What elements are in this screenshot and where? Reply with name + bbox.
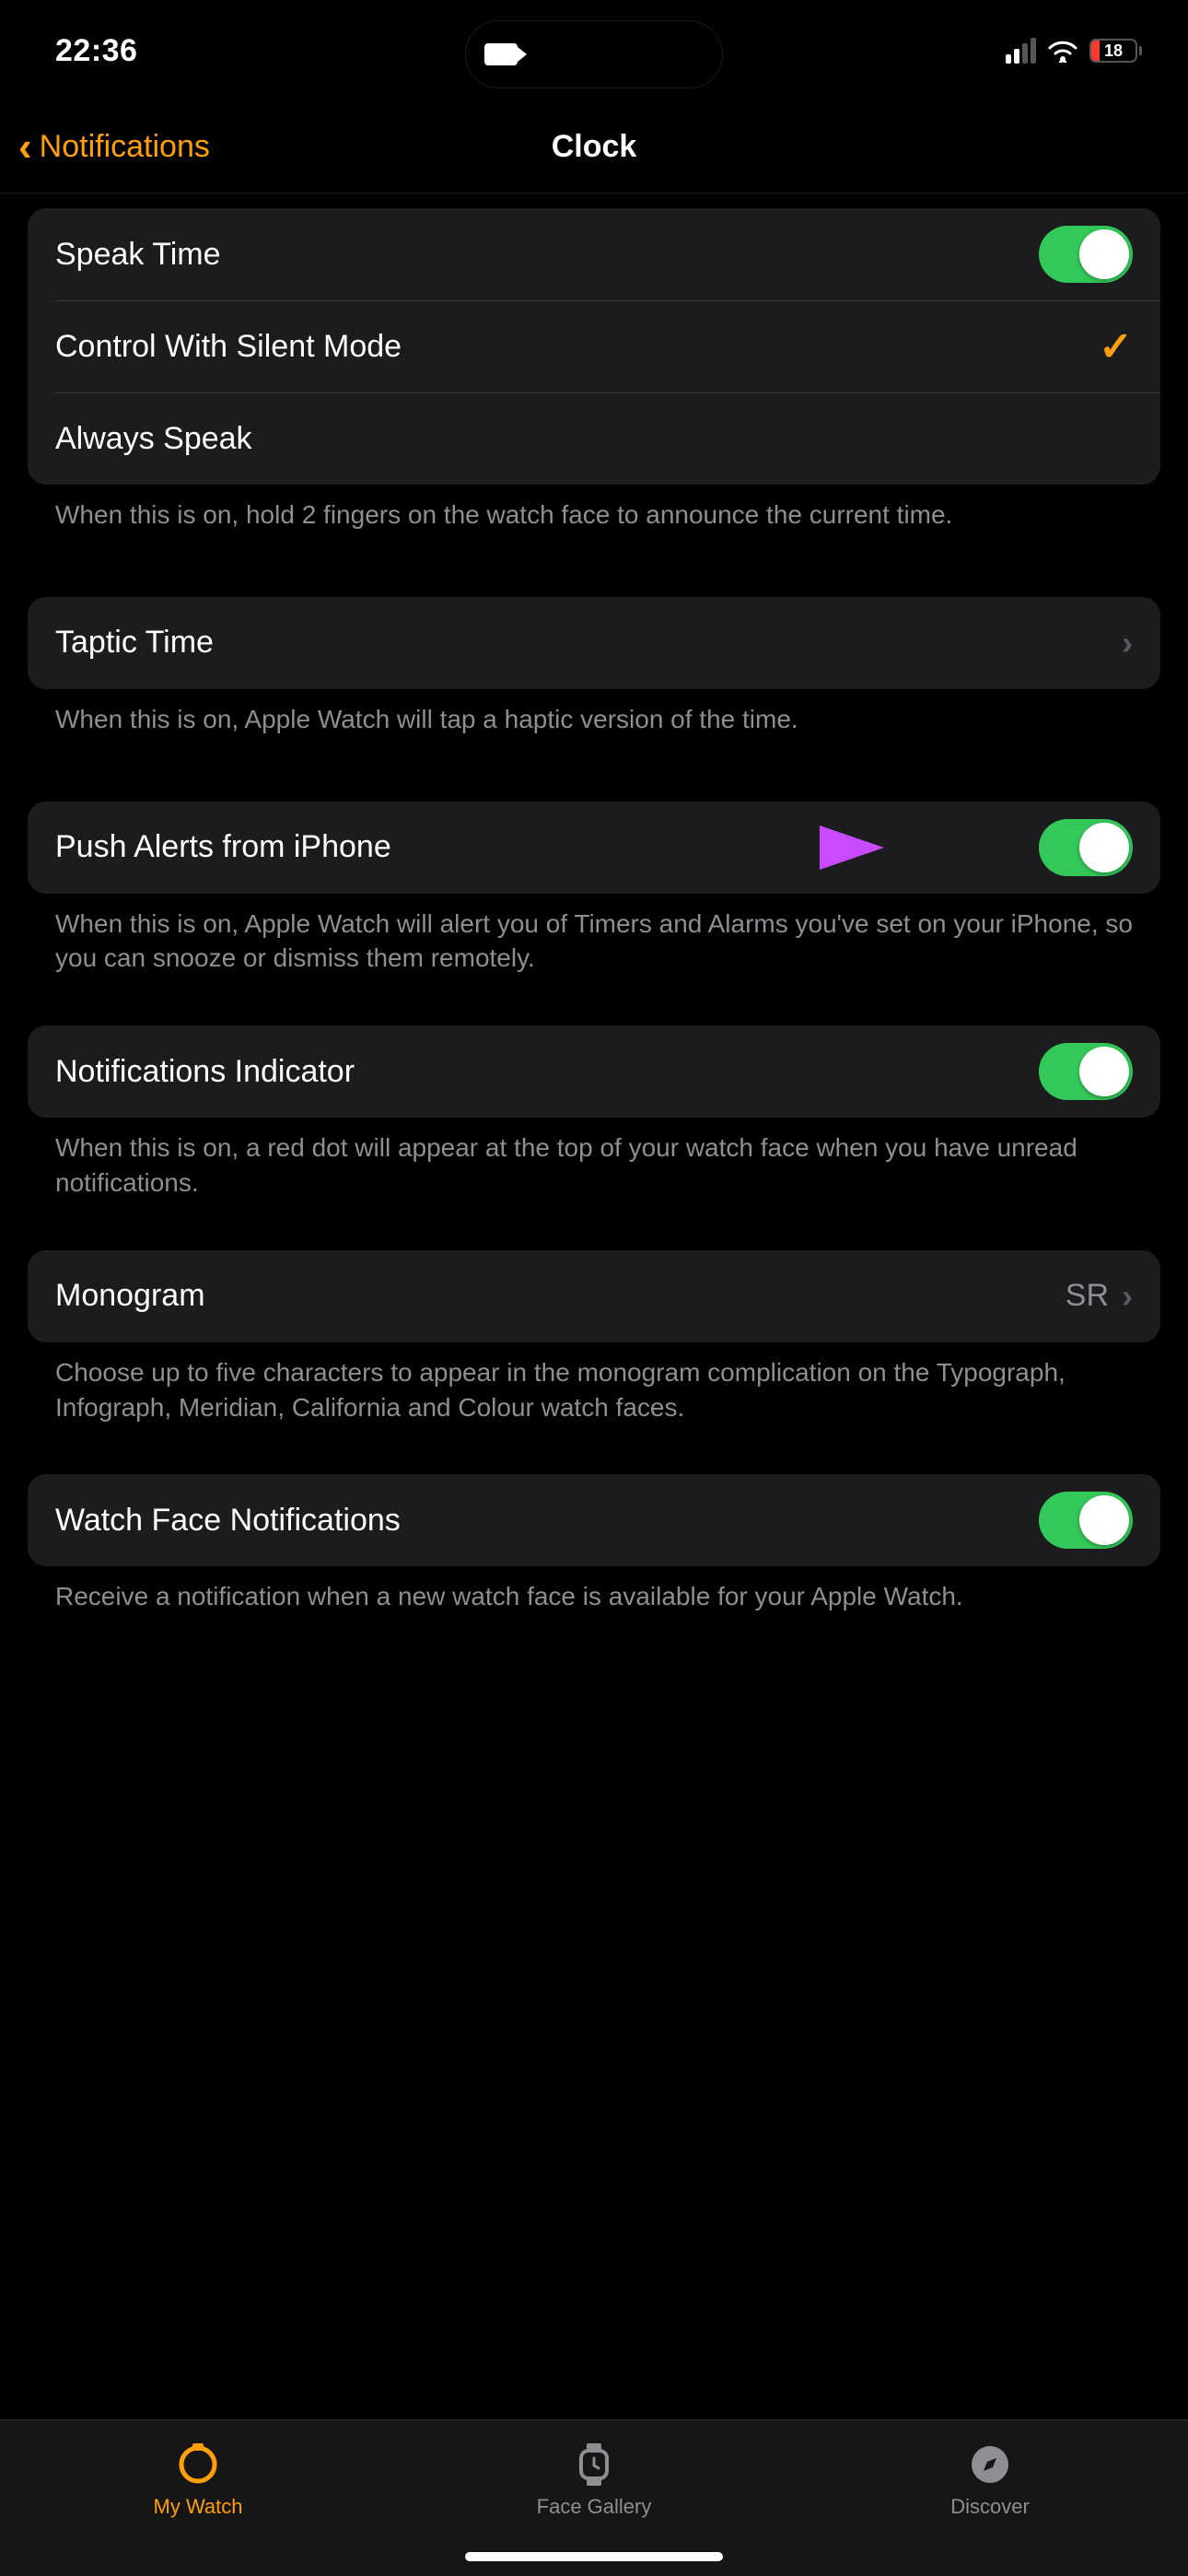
speak-time-row[interactable]: Speak Time <box>28 208 1160 300</box>
notif-indicator-label: Notifications Indicator <box>55 1054 1039 1090</box>
taptic-time-row[interactable]: Taptic Time › <box>28 597 1160 689</box>
wifi-icon <box>1047 39 1078 63</box>
always-speak-label: Always Speak <box>55 421 1133 457</box>
chevron-right-icon: › <box>1122 624 1133 662</box>
back-label: Notifications <box>40 129 210 165</box>
watch-face-notif-toggle[interactable] <box>1039 1492 1133 1549</box>
monogram-footer: Choose up to five characters to appear i… <box>28 1342 1160 1425</box>
notif-indicator-toggle[interactable] <box>1039 1043 1133 1100</box>
push-alerts-group: Push Alerts from iPhone <box>28 802 1160 894</box>
watch-face-notif-group: Watch Face Notifications <box>28 1474 1160 1566</box>
watch-icon <box>175 2441 221 2488</box>
camera-icon <box>484 43 518 65</box>
tab-face-gallery[interactable]: Face Gallery <box>396 2420 792 2539</box>
speak-time-label: Speak Time <box>55 237 1039 273</box>
tab-discover[interactable]: Discover <box>792 2420 1188 2539</box>
notif-indicator-group: Notifications Indicator <box>28 1025 1160 1118</box>
monogram-group: Monogram SR › <box>28 1250 1160 1342</box>
chevron-right-icon: › <box>1122 1277 1133 1316</box>
tab-discover-label: Discover <box>950 2495 1030 2519</box>
page-title: Clock <box>552 129 637 165</box>
cellular-signal-icon <box>1006 38 1036 64</box>
watch-face-notif-row[interactable]: Watch Face Notifications <box>28 1474 1160 1566</box>
compass-icon <box>969 2441 1011 2488</box>
tab-face-gallery-label: Face Gallery <box>537 2495 652 2519</box>
control-silent-row[interactable]: Control With Silent Mode ✓ <box>28 300 1160 392</box>
chevron-left-icon: ‹ <box>18 127 32 168</box>
home-indicator[interactable] <box>465 2552 723 2561</box>
tab-my-watch-label: My Watch <box>154 2495 243 2519</box>
status-right: 18 <box>1006 38 1142 64</box>
dynamic-island[interactable] <box>465 20 723 88</box>
always-speak-row[interactable]: Always Speak <box>28 392 1160 485</box>
taptic-time-footer: When this is on, Apple Watch will tap a … <box>28 689 1160 737</box>
back-button[interactable]: ‹ Notifications <box>18 127 210 168</box>
push-alerts-footer: When this is on, Apple Watch will alert … <box>28 894 1160 977</box>
push-alerts-toggle[interactable] <box>1039 819 1133 876</box>
speak-time-footer: When this is on, hold 2 fingers on the w… <box>28 485 1160 533</box>
push-alerts-row[interactable]: Push Alerts from iPhone <box>28 802 1160 894</box>
watch-face-icon <box>574 2441 614 2488</box>
monogram-row[interactable]: Monogram SR › <box>28 1250 1160 1342</box>
battery-icon: 18 <box>1089 39 1142 63</box>
tab-my-watch[interactable]: My Watch <box>0 2420 396 2539</box>
taptic-time-label: Taptic Time <box>55 625 1122 661</box>
taptic-time-group: Taptic Time › <box>28 597 1160 689</box>
notif-indicator-row[interactable]: Notifications Indicator <box>28 1025 1160 1118</box>
battery-percent: 18 <box>1104 41 1123 61</box>
speak-time-toggle[interactable] <box>1039 226 1133 283</box>
monogram-value: SR <box>1066 1278 1109 1314</box>
notif-indicator-footer: When this is on, a red dot will appear a… <box>28 1118 1160 1200</box>
status-bar: 22:36 18 <box>0 0 1188 101</box>
checkmark-icon: ✓ <box>1099 323 1133 370</box>
monogram-label: Monogram <box>55 1278 1066 1314</box>
speak-time-group: Speak Time Control With Silent Mode ✓ Al… <box>28 208 1160 485</box>
status-time: 22:36 <box>55 33 137 69</box>
watch-face-notif-label: Watch Face Notifications <box>55 1503 1039 1539</box>
nav-bar: ‹ Notifications Clock <box>0 101 1188 193</box>
watch-face-notif-footer: Receive a notification when a new watch … <box>28 1566 1160 1614</box>
control-silent-label: Control With Silent Mode <box>55 329 1099 365</box>
push-alerts-label: Push Alerts from iPhone <box>55 829 1039 865</box>
